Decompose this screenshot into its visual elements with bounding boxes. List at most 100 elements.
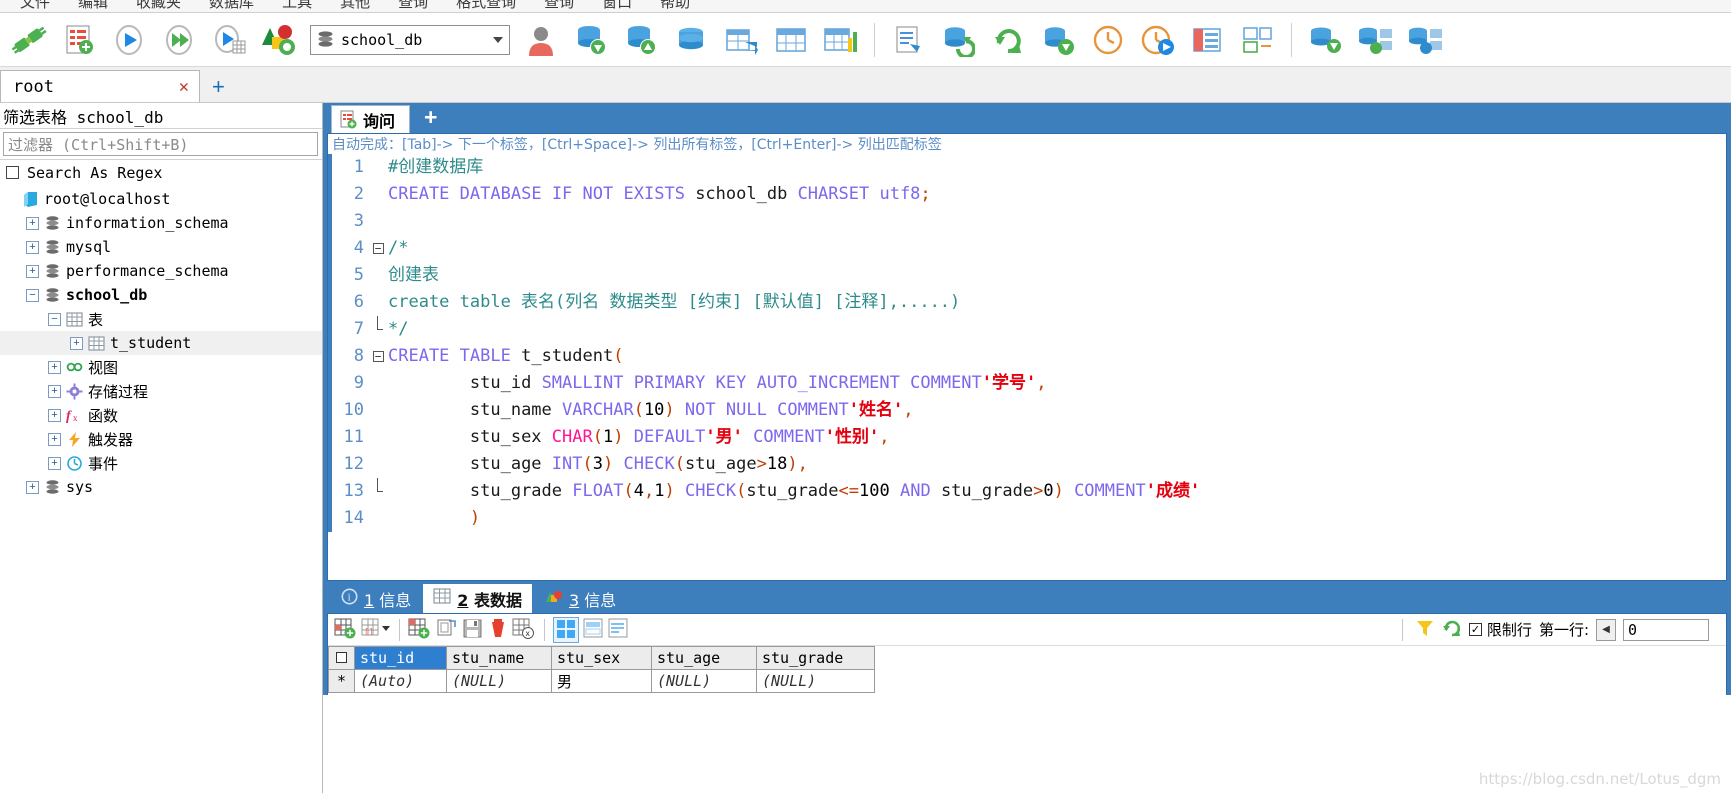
db-up-icon[interactable] bbox=[616, 15, 666, 65]
result-tab-2[interactable]: 2 表数据 bbox=[423, 584, 532, 613]
grid-cell[interactable]: (NULL) bbox=[651, 669, 757, 693]
user-icon[interactable] bbox=[516, 15, 566, 65]
tree-item-rootlocalhost[interactable]: root@localhost bbox=[0, 187, 322, 211]
expand-icon[interactable]: + bbox=[48, 408, 61, 422]
run-current-icon[interactable] bbox=[204, 15, 254, 65]
code-line[interactable]: 11 stu_sex CHAR(1) DEFAULT'男' COMMENT'性别… bbox=[328, 424, 1726, 451]
refresh-db-icon[interactable] bbox=[933, 15, 983, 65]
collapse-icon[interactable]: − bbox=[48, 312, 61, 326]
tree-item-performance_schema[interactable]: + performance_schema bbox=[0, 259, 322, 283]
tree-item-information_schema[interactable]: + information_schema bbox=[0, 211, 322, 235]
search-as-regex-row[interactable]: Search As Regex bbox=[0, 159, 322, 185]
code-line[interactable]: 10 stu_name VARCHAR(10) NOT NULL COMMENT… bbox=[328, 397, 1726, 424]
code-line[interactable]: 7 */ bbox=[328, 316, 1726, 343]
sync-db-icon[interactable] bbox=[1033, 15, 1083, 65]
db-blue-icon[interactable] bbox=[666, 15, 716, 65]
tree-item-[interactable]: + 触发器 bbox=[0, 427, 322, 451]
close-icon[interactable]: ✕ bbox=[179, 77, 189, 97]
add-session-tab-button[interactable]: + bbox=[200, 74, 237, 102]
first-row-input[interactable]: 0 bbox=[1623, 618, 1709, 641]
session-tab-root[interactable]: root ✕ bbox=[0, 70, 200, 102]
menu-item-5[interactable]: 其他 bbox=[326, 0, 384, 12]
run-icon[interactable] bbox=[104, 15, 154, 65]
first-row-spinner-left[interactable]: ◀ bbox=[1596, 618, 1616, 641]
tree-filter-input[interactable]: 过滤器 (Ctrl+Shift+B) bbox=[3, 132, 318, 156]
grid-cancel-icon[interactable]: x bbox=[512, 617, 536, 642]
view-text-icon[interactable] bbox=[607, 617, 629, 642]
code-line[interactable]: 6 create table 表名(列名 数据类型 [约束] [默认值] [注释]… bbox=[328, 289, 1726, 316]
grid-column-header[interactable]: stu_name bbox=[446, 646, 552, 670]
query-tab[interactable]: 询问 bbox=[331, 105, 411, 133]
result-tab-1[interactable]: i 1 信息 bbox=[331, 584, 421, 613]
expand-icon[interactable]: + bbox=[48, 360, 61, 374]
expand-icon[interactable]: + bbox=[48, 456, 61, 470]
expand-icon[interactable]: + bbox=[26, 240, 39, 254]
expand-icon[interactable]: + bbox=[48, 432, 61, 446]
grid-row[interactable]: * (Auto) (NULL) 男 (NULL) (NULL) bbox=[328, 669, 875, 693]
expand-icon[interactable]: + bbox=[26, 480, 39, 494]
expand-icon[interactable]: + bbox=[48, 384, 61, 398]
tree-item-[interactable]: + f x 函数 bbox=[0, 403, 322, 427]
code-line[interactable]: 4−/* bbox=[328, 235, 1726, 262]
refresh-green-icon[interactable] bbox=[1442, 618, 1462, 642]
clock-icon[interactable] bbox=[1083, 15, 1133, 65]
fold-toggle-icon[interactable]: − bbox=[370, 235, 386, 262]
grid-cell[interactable]: (NULL) bbox=[446, 669, 552, 693]
grid-duplicate-icon[interactable] bbox=[435, 617, 459, 642]
code-line[interactable]: 3 bbox=[328, 208, 1726, 235]
save-icon[interactable] bbox=[462, 617, 484, 642]
expand-icon[interactable]: + bbox=[70, 336, 83, 350]
grid-column-header[interactable]: stu_id bbox=[354, 646, 447, 670]
fold-toggle-icon[interactable]: − bbox=[370, 343, 386, 370]
table-chart-icon[interactable] bbox=[816, 15, 866, 65]
db-stack-arrow-icon[interactable] bbox=[1350, 15, 1400, 65]
result-tab-3[interactable]: 3 信息 bbox=[534, 584, 626, 613]
menu-item-0[interactable]: 文件 bbox=[6, 0, 64, 12]
tree-item-[interactable]: + 存储过程 bbox=[0, 379, 322, 403]
expand-icon[interactable]: + bbox=[26, 264, 39, 278]
menu-item-7[interactable]: 格式查询 bbox=[442, 0, 530, 12]
chevron-down-icon[interactable] bbox=[493, 36, 503, 43]
menu-item-9[interactable]: 窗口 bbox=[588, 0, 646, 12]
tree-item-mysql[interactable]: + mysql bbox=[0, 235, 322, 259]
split-icon[interactable] bbox=[1233, 15, 1283, 65]
code-line[interactable]: 9 stu_id SMALLINT PRIMARY KEY AUTO_INCRE… bbox=[328, 370, 1726, 397]
code-line[interactable]: 8− CREATE TABLE t_student( bbox=[328, 343, 1726, 370]
grid-null-icon[interactable]: [] bbox=[361, 617, 391, 642]
grid-cell[interactable]: (NULL) bbox=[756, 669, 875, 693]
stop-refresh-icon[interactable] bbox=[254, 15, 304, 65]
grid-new-icon[interactable] bbox=[408, 617, 432, 642]
grid-column-header[interactable]: stu_age bbox=[651, 646, 757, 670]
menu-item-8[interactable]: 查询 bbox=[530, 0, 588, 12]
database-select[interactable]: school_db bbox=[310, 24, 510, 55]
grid-add-icon[interactable] bbox=[334, 617, 358, 642]
grid-cell[interactable]: 男 bbox=[551, 669, 652, 693]
delete-icon[interactable] bbox=[487, 617, 509, 642]
expand-icon[interactable]: + bbox=[26, 216, 39, 230]
tree-item-school_db[interactable]: − school_db bbox=[0, 283, 322, 307]
search-as-regex-checkbox[interactable] bbox=[6, 166, 19, 179]
sql-doc-icon[interactable] bbox=[883, 15, 933, 65]
panel-icon[interactable] bbox=[1183, 15, 1233, 65]
code-line[interactable]: 12 stu_age INT(3) CHECK(stu_age>18), bbox=[328, 451, 1726, 478]
menu-item-10[interactable]: 帮助 bbox=[646, 0, 704, 12]
view-grid-icon[interactable] bbox=[553, 616, 579, 643]
view-form-icon[interactable] bbox=[582, 617, 604, 642]
limit-rows-checkbox[interactable]: ✓ 限制行 bbox=[1468, 619, 1532, 640]
grid-column-header[interactable]: stu_sex bbox=[551, 646, 652, 670]
clock-run-icon[interactable] bbox=[1133, 15, 1183, 65]
sql-code[interactable]: 1 #创建数据库 2 CREATE DATABASE IF NOT EXISTS sc… bbox=[328, 154, 1726, 532]
add-query-tab-button[interactable]: + bbox=[410, 104, 451, 133]
table-icon[interactable] bbox=[766, 15, 816, 65]
db-stack-arrow2-icon[interactable] bbox=[1400, 15, 1450, 65]
menu-item-4[interactable]: 工具 bbox=[268, 0, 326, 12]
code-line[interactable]: 1 #创建数据库 bbox=[328, 154, 1726, 181]
tree-item-sys[interactable]: + sys bbox=[0, 475, 322, 499]
tree-item-[interactable]: − 表 bbox=[0, 307, 322, 331]
menu-item-1[interactable]: 编辑 bbox=[64, 0, 122, 12]
code-line[interactable]: 13 stu_grade FLOAT(4,1) CHECK(stu_grade<… bbox=[328, 478, 1726, 505]
tree-item-[interactable]: + 事件 bbox=[0, 451, 322, 475]
grid-column-header[interactable]: stu_grade bbox=[756, 646, 875, 670]
db-down-icon[interactable] bbox=[566, 15, 616, 65]
funnel-icon[interactable] bbox=[1415, 618, 1435, 642]
